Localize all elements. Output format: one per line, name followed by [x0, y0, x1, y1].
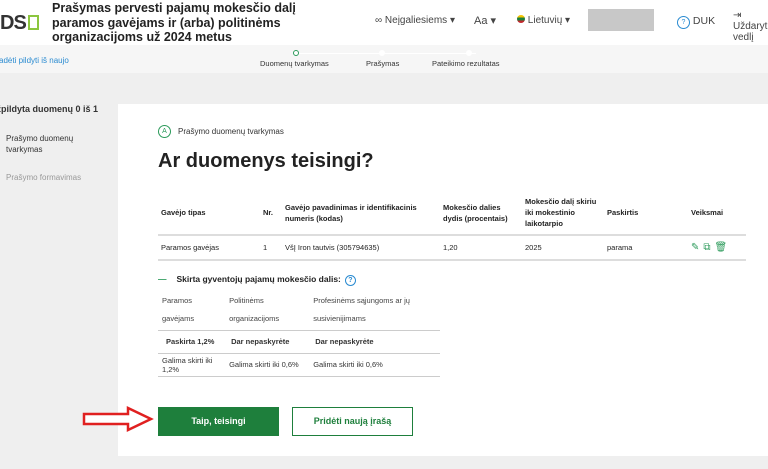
step-dot: [466, 50, 472, 56]
help-icon[interactable]: ?: [344, 275, 356, 286]
step-result: Pateikimo rezultatas: [432, 59, 500, 68]
alloc-limit: Galima skirti iki 1,2%: [158, 353, 226, 377]
flag-icon: [517, 15, 525, 23]
alloc-header: Paramos gavėjams: [158, 290, 226, 331]
section-label: Prašymo duomenų tvarkymas: [178, 127, 284, 136]
col-header: Mokesčio dalį skiriu iki mokestinio laik…: [522, 191, 604, 236]
cell: VšĮ Iron tautvis (305794635): [282, 235, 440, 261]
red-arrow-icon: [82, 406, 154, 432]
confirm-button[interactable]: Taip, teisingi: [158, 407, 279, 436]
trash-icon[interactable]: 🗑: [715, 242, 728, 253]
alloc-status: Dar nepaskyrėte: [309, 330, 440, 354]
alloc-status: Paskirta 1,2%: [158, 330, 226, 354]
collapse-icon: —: [158, 274, 167, 284]
stepper: Pradėti pildyti iš naujo Duomenų tvarkym…: [0, 45, 768, 73]
step-badge: A: [158, 125, 171, 138]
page-title: Prašymas pervesti pajamų mokesčio dalį p…: [52, 1, 296, 44]
cell: Paramos gavėjas: [158, 235, 260, 261]
exit-icon: ⇥: [733, 10, 742, 21]
sidebar-item-data[interactable]: Prašymo duomenų tvarkymas: [6, 133, 76, 155]
col-header: Gavėjo pavadinimas ir identifikacinis nu…: [282, 191, 440, 236]
heading: Ar duomenys teisingi?: [158, 150, 374, 172]
cell: 2025: [522, 235, 604, 261]
col-header: Mokesčio dalies dydis (procentais): [440, 191, 522, 236]
step-line: [296, 53, 476, 54]
actions-cell: ✎ ⧉ 🗑: [688, 235, 746, 261]
language-menu[interactable]: Lietuvių ▾: [517, 15, 570, 26]
document-icon: [27, 15, 39, 30]
copy-icon[interactable]: ⧉: [703, 242, 710, 253]
col-header: Nr.: [260, 191, 282, 236]
edit-icon[interactable]: ✎: [691, 242, 699, 253]
header: DS Prašymas pervesti pajamų mokesčio dal…: [0, 0, 768, 45]
content-card: A Prašymo duomenų tvarkymas Ar duomenys …: [118, 104, 768, 456]
step-request: Prašymas: [366, 59, 400, 68]
table-row: Paramos gavėjas 1 VšĮ Iron tautvis (3057…: [158, 235, 746, 261]
col-header: Veiksmai: [688, 191, 746, 236]
col-header: Paskirtis: [604, 191, 688, 236]
sidebar: Užpildyta duomenų 0 iš 1 Prašymo duomenų…: [0, 104, 98, 182]
logo[interactable]: DS: [0, 12, 39, 35]
cell: 1: [260, 235, 282, 261]
sidebar-item-forming[interactable]: Prašymo formavimas: [6, 173, 98, 182]
recipients-table: Gavėjo tipas Nr. Gavėjo pavadinimas ir i…: [158, 191, 746, 261]
alloc-header: Profesinėms sąjungoms ar jų susivienijim…: [309, 290, 440, 331]
restart-link[interactable]: Pradėti pildyti iš naujo: [0, 56, 69, 65]
alloc-limit: Galima skirti iki 0,6%: [309, 353, 440, 377]
faq-link[interactable]: ? DUK: [673, 15, 715, 29]
cell: 1,20: [440, 235, 522, 261]
progress-label: Užpildyta duomenų 0 iš 1: [0, 104, 99, 114]
allocation-toggle[interactable]: — Skirta gyventojų pajamų mokesčio dalis:…: [158, 274, 356, 286]
font-size-menu[interactable]: Aa ▾: [474, 14, 496, 27]
step-data: Duomenų tvarkymas: [260, 59, 329, 68]
glasses-icon: ∞: [375, 15, 385, 26]
add-entry-button[interactable]: Pridėti naują įrašą: [292, 407, 413, 436]
close-wizard-link[interactable]: ⇥ Uždaryti vedlį: [733, 10, 768, 43]
step-dot: [379, 50, 385, 56]
step-dot-active: [293, 50, 299, 56]
alloc-status: Dar nepaskyrėte: [225, 330, 310, 354]
col-header: Gavėjo tipas: [158, 191, 260, 236]
user-box[interactable]: [588, 9, 654, 31]
alloc-header: Politinėms organizacijoms: [225, 290, 310, 331]
alloc-limit: Galima skirti iki 0,6%: [225, 353, 310, 377]
accessibility-menu[interactable]: ∞ Neįgaliesiems ▾: [375, 15, 455, 26]
allocation-table: Paramos gavėjams Politinėms organizacijo…: [158, 290, 440, 377]
question-icon: ?: [677, 16, 690, 29]
cell: parama: [604, 235, 688, 261]
